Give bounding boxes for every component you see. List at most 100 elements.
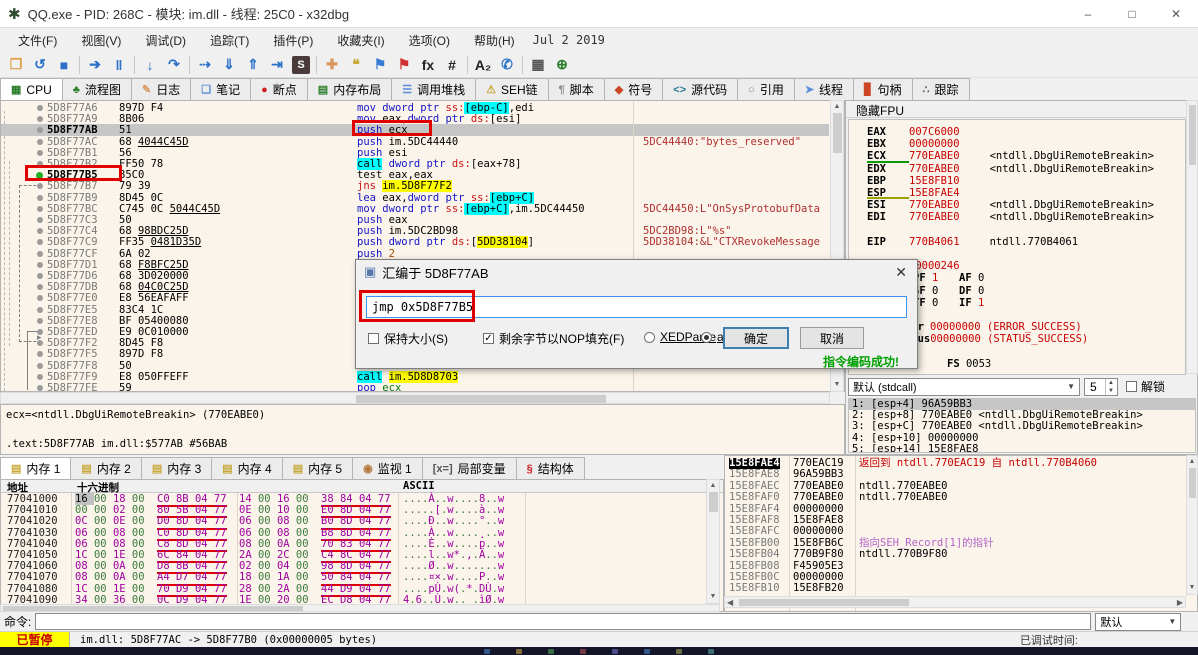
- flag-df[interactable]: DF 0: [959, 285, 1005, 297]
- breakpoint-gutter[interactable]: [1, 136, 47, 148]
- breakpoint-gutter[interactable]: [1, 225, 47, 237]
- flag-if[interactable]: IF 1: [959, 297, 1005, 309]
- disasm-row[interactable]: 5D8F77B9 8D45 0C lea eax,dword ptr ss:[ebp…: [1, 191, 829, 204]
- tab-graph[interactable]: ♣ 流程图: [61, 78, 132, 100]
- breakpoint-gutter[interactable]: [1, 124, 47, 136]
- step-into-icon[interactable]: ↓: [138, 54, 162, 76]
- menu-调试D[interactable]: 调试(D): [133, 29, 198, 52]
- flag-af[interactable]: AF 0: [959, 272, 1005, 284]
- breakpoint-gutter[interactable]: [1, 248, 47, 260]
- breakpoint-gutter[interactable]: [1, 236, 47, 248]
- internet-icon[interactable]: ⊕: [550, 54, 574, 76]
- stack-hscrollbar[interactable]: ◀ ▶: [724, 596, 1186, 608]
- register-row[interactable]: ECX 770EABE0 <ntdll.DbgUiRemoteBreakin>: [849, 150, 1185, 163]
- register-value[interactable]: 770EABE0: [909, 211, 960, 223]
- register-value[interactable]: 770EABE0: [909, 163, 960, 175]
- breakpoint-gutter[interactable]: [1, 180, 47, 192]
- disasm-row[interactable]: 5D8F77A9 8B06 mov eax,dword ptr ds:[esi]: [1, 113, 829, 125]
- flag-tf[interactable]: TF 0: [913, 297, 959, 309]
- instruction-input[interactable]: jmp 0x5D8F77B5: [366, 296, 907, 318]
- disasm-hscrollbar[interactable]: [0, 392, 830, 404]
- dialog-close-icon[interactable]: ✕: [895, 264, 907, 281]
- register-row[interactable]: EBP 15E8FB10: [849, 175, 1185, 187]
- breakpoint-gutter[interactable]: [1, 292, 47, 304]
- step-over-icon[interactable]: ↷: [162, 54, 186, 76]
- tab-breakpoints[interactable]: ● 断点: [250, 78, 308, 100]
- tab-watch[interactable]: ◉ 监视 1: [352, 457, 423, 479]
- register-value[interactable]: 15E8FAE4: [909, 187, 960, 199]
- disasm-row[interactable]: 5D8F77B5 85C0 test eax,eax: [1, 169, 829, 181]
- disasm-row[interactable]: 5D8F77FE 59 pop ecx: [1, 382, 829, 391]
- tab-locals[interactable]: [x=] 局部变量: [421, 457, 517, 479]
- memory-vscrollbar[interactable]: ▲ ▼: [706, 479, 720, 604]
- tab-trace[interactable]: ∴ 跟踪: [911, 78, 970, 100]
- label-icon[interactable]: ⚑: [368, 54, 392, 76]
- stack-row[interactable]: 15E8FB04 770B9F80 ntdll.770B9F80: [725, 548, 1197, 560]
- tab-memory-dump-1[interactable]: ▤ 内存 1: [0, 457, 72, 479]
- breakpoint-gutter[interactable]: [1, 158, 47, 170]
- logging-icon[interactable]: ✆: [495, 54, 519, 76]
- stack-panel[interactable]: 15E8FAE4 770EAC19 返回到 ntdll.770EAC19 自 ntd…: [724, 455, 1198, 612]
- maximize-button[interactable]: □: [1110, 0, 1154, 28]
- arg-count-stepper[interactable]: 5 ▲ ▼: [1084, 377, 1118, 396]
- menu-帮助H[interactable]: 帮助(H): [462, 29, 527, 52]
- memory-hscrollbar[interactable]: [0, 604, 720, 612]
- restart-icon[interactable]: ↺: [28, 54, 52, 76]
- run-to-user-code-icon[interactable]: ⇥: [265, 54, 289, 76]
- command-profile-select[interactable]: 默认 ▼: [1095, 612, 1182, 631]
- stack-args-list[interactable]: 1: [esp+4] 96A59BB3 2: [esp+8] 770EABE0 <…: [848, 398, 1196, 453]
- register-row[interactable]: EDI 770EABE0 <ntdll.DbgUiRemoteBreakin>: [849, 211, 1185, 223]
- breakpoint-gutter[interactable]: [1, 169, 47, 181]
- tab-seh-chain[interactable]: ⚠ SEH链: [475, 78, 549, 100]
- keep-size-checkbox[interactable]: 保持大小(S): [368, 330, 448, 347]
- dialog-title-bar[interactable]: ▣ 汇编于 5D8F77AB ✕: [356, 260, 917, 284]
- disasm-row[interactable]: 5D8F77F9 E8 050FFEFF call im.5D8D8703: [1, 370, 829, 383]
- tab-struct[interactable]: § 结构体: [515, 457, 585, 479]
- breakpoint-gutter[interactable]: [1, 203, 47, 215]
- memory-dump-panel[interactable]: 地址 十六进制 ASCII 77041000 16 00 18 00 C0 8B 0…: [0, 479, 724, 612]
- register-row[interactable]: ESP 15E8FAE4: [849, 187, 1185, 200]
- register-row[interactable]: EDX 770EABE0 <ntdll.DbgUiRemoteBreakin>: [849, 163, 1185, 175]
- tab-threads[interactable]: ➤ 线程: [793, 78, 855, 100]
- stack-row[interactable]: 15E8FAF0 770EABE0 ntdll.770EABE0: [725, 491, 1197, 503]
- nop-fill-checkbox[interactable]: ✓ 剩余字节以NOP填充(F): [483, 330, 624, 347]
- run-icon[interactable]: ➔: [83, 54, 107, 76]
- tab-memory-map[interactable]: ▤ 内存布局: [306, 78, 393, 100]
- checkbox-unchecked-icon[interactable]: [368, 333, 379, 344]
- tab-cpu[interactable]: ▦ CPU: [0, 78, 63, 100]
- segment-fs[interactable]: FS 0053: [947, 358, 1027, 370]
- tab-notes[interactable]: ❏ 笔记: [190, 78, 252, 100]
- disasm-row[interactable]: 5D8F77A6 897D F4 mov dword ptr ss:[ebp-C],…: [1, 102, 829, 114]
- breakpoint-gutter[interactable]: [1, 337, 47, 349]
- breakpoint-gutter[interactable]: [1, 371, 47, 383]
- checkbox-checked-icon[interactable]: ✓: [483, 333, 494, 344]
- flag-sf[interactable]: SF 0: [913, 285, 959, 297]
- stop-icon[interactable]: ■: [52, 54, 76, 76]
- command-input[interactable]: [35, 613, 1092, 630]
- register-row[interactable]: EBX 00000000: [849, 138, 1185, 150]
- tab-call-stack[interactable]: ☰ 调用堆栈: [391, 78, 477, 100]
- breakpoint-gutter[interactable]: [1, 259, 47, 271]
- hash-icon[interactable]: #: [440, 54, 464, 76]
- disasm-row[interactable]: 5D8F77AB 51 push ecx: [1, 124, 829, 137]
- tab-symbols[interactable]: ◆ 符号: [603, 78, 664, 100]
- breakpoint-gutter[interactable]: [1, 281, 47, 293]
- menu-插件P[interactable]: 插件(P): [261, 29, 325, 52]
- minimize-button[interactable]: –: [1066, 0, 1110, 28]
- patches-icon[interactable]: ✚: [320, 54, 344, 76]
- stack-vscrollbar[interactable]: ▲ ▼: [1186, 455, 1198, 595]
- unlock-checkbox[interactable]: [1126, 381, 1137, 392]
- breakpoint-gutter[interactable]: [1, 113, 47, 125]
- disasm-row[interactable]: 5D8F77CF 6A 02 push 2: [1, 248, 829, 260]
- breakpoint-gutter[interactable]: [1, 214, 47, 226]
- register-value[interactable]: 00000000 (STATUS_SUCCESS): [930, 333, 1088, 345]
- trace-into-icon[interactable]: ⇑: [241, 54, 265, 76]
- breakpoint-gutter[interactable]: [1, 102, 47, 114]
- open-file-icon[interactable]: ❐: [4, 54, 28, 76]
- disasm-row[interactable]: 5D8F77C3 50 push eax: [1, 214, 829, 226]
- stack-row[interactable]: 15E8FB10 15E8FB20: [725, 582, 1197, 594]
- registers-vscrollbar[interactable]: [1186, 100, 1198, 374]
- tab-references[interactable]: ○ 引用: [737, 78, 795, 100]
- breakpoint-gutter[interactable]: [1, 315, 47, 327]
- function-icon[interactable]: fx: [416, 54, 440, 76]
